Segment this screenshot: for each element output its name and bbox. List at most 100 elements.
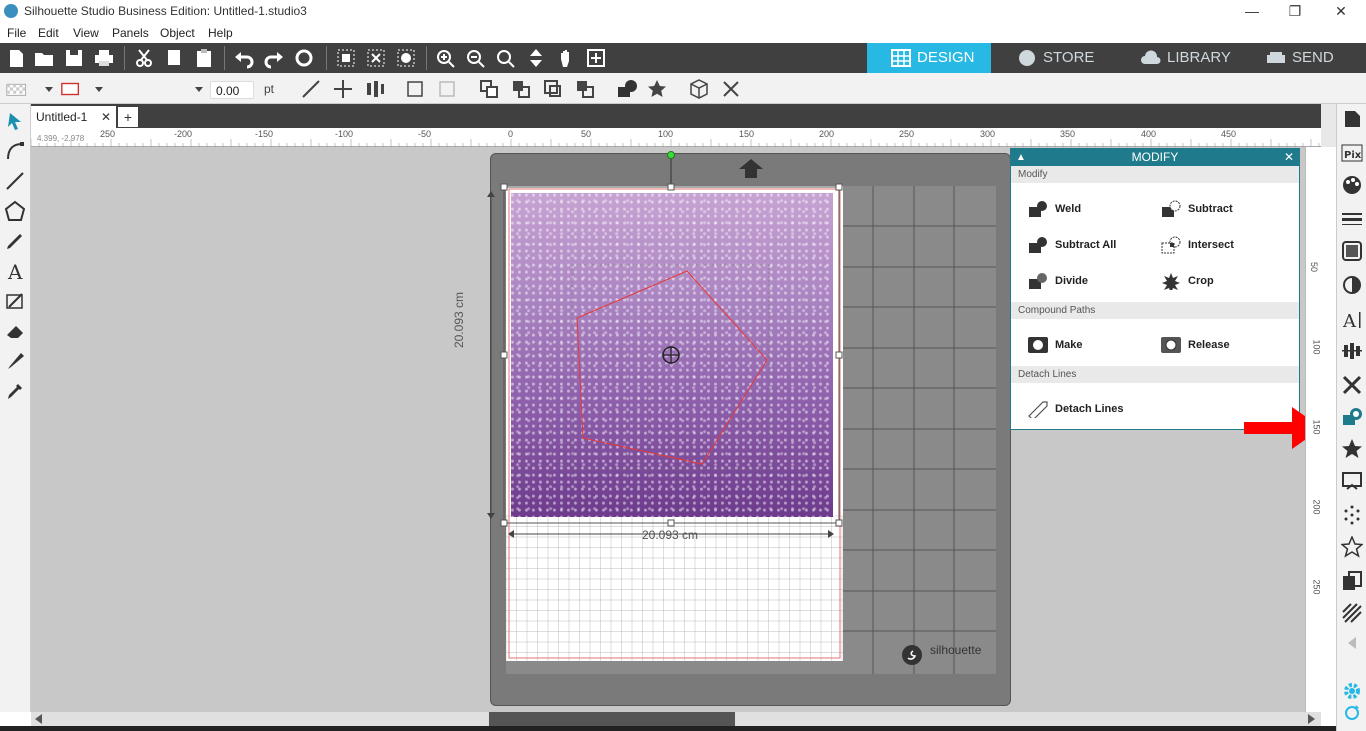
chevron-down-icon[interactable] <box>88 78 103 100</box>
sync-icon[interactable] <box>1341 702 1363 724</box>
menu-object[interactable]: Object <box>160 26 195 40</box>
zoom-in-icon[interactable] <box>434 47 458 69</box>
line-width-input[interactable]: 0.00 <box>210 81 254 99</box>
close-panel-icon[interactable]: ✕ <box>1284 149 1294 166</box>
pentagon-shape[interactable] <box>576 270 768 465</box>
resize-handle[interactable] <box>835 183 843 191</box>
line-tool-icon[interactable] <box>300 78 322 100</box>
select-by-color-icon[interactable] <box>394 47 418 69</box>
collapse-chevron-icon[interactable]: ▲ <box>1016 149 1026 166</box>
paste-icon[interactable] <box>192 47 216 69</box>
resize-handle[interactable] <box>500 183 508 191</box>
menu-help[interactable]: Help <box>208 26 233 40</box>
fill-pattern-swatch[interactable] <box>6 78 34 100</box>
zoom-fit-icon[interactable] <box>584 47 608 69</box>
transform-icon[interactable] <box>1341 374 1363 396</box>
bring-to-front-icon[interactable] <box>478 78 500 100</box>
knife-icon[interactable] <box>4 350 26 372</box>
send-to-back-icon[interactable] <box>510 78 532 100</box>
pan-hand-icon[interactable] <box>554 47 578 69</box>
scroll-left-arrow-icon[interactable] <box>33 713 43 725</box>
knife-tool-icon[interactable] <box>4 290 26 312</box>
close-tab-icon[interactable]: ✕ <box>101 110 111 124</box>
menu-file[interactable]: File <box>7 26 26 40</box>
modify-panel-icon[interactable] <box>1341 406 1363 428</box>
group-icon[interactable] <box>404 78 426 100</box>
deselect-icon[interactable] <box>364 47 388 69</box>
copy-icon[interactable] <box>162 47 186 69</box>
fit-to-page-icon[interactable] <box>524 47 548 69</box>
sketch-icon[interactable] <box>1341 602 1363 624</box>
select-all-icon[interactable] <box>334 47 358 69</box>
document-tab[interactable]: Untitled-1 ✕ <box>31 106 116 128</box>
menu-view[interactable]: View <box>73 26 99 40</box>
point-edit-icon[interactable] <box>4 140 26 162</box>
move-icon[interactable] <box>332 78 354 100</box>
menu-edit[interactable]: Edit <box>38 26 59 40</box>
eraser-icon[interactable] <box>4 320 26 342</box>
cut-icon[interactable] <box>132 47 156 69</box>
horizontal-scrollbar[interactable] <box>31 712 1321 726</box>
select-pointer-icon[interactable] <box>4 110 26 132</box>
minimize-button[interactable]: — <box>1232 2 1272 20</box>
align-panel-icon[interactable] <box>1341 340 1363 362</box>
line-draw-icon[interactable] <box>4 170 26 192</box>
offset-star-icon[interactable] <box>1341 438 1363 460</box>
transparency-icon[interactable] <box>1341 274 1363 296</box>
rotate-handle[interactable] <box>667 151 675 159</box>
settings-gear-icon[interactable] <box>1341 680 1363 702</box>
undo-icon[interactable] <box>232 47 256 69</box>
chevron-down-icon[interactable] <box>188 78 203 100</box>
tab-design[interactable]: DESIGN <box>867 43 991 73</box>
page-setup-icon[interactable] <box>1341 108 1363 130</box>
delete-x-icon[interactable] <box>720 78 742 100</box>
resize-handle[interactable] <box>667 519 675 527</box>
scroll-right-arrow-icon[interactable] <box>1307 713 1317 725</box>
resize-handle[interactable] <box>667 183 675 191</box>
redraw-icon[interactable] <box>292 47 316 69</box>
3d-box-icon[interactable] <box>688 78 710 100</box>
weld-shape-icon[interactable] <box>616 78 638 100</box>
fill-color-palette-icon[interactable] <box>1341 174 1363 196</box>
star-outline-icon[interactable] <box>1340 535 1364 558</box>
text-tool-icon[interactable]: A <box>4 260 26 284</box>
collapse-left-arrow-icon[interactable] <box>1341 632 1363 654</box>
line-color-swatch[interactable] <box>60 78 84 100</box>
bring-forward-icon[interactable] <box>542 78 564 100</box>
resize-handle[interactable] <box>500 519 508 527</box>
print-icon[interactable] <box>92 47 116 69</box>
pencil-icon[interactable] <box>4 230 26 252</box>
replicate-icon[interactable] <box>1341 504 1363 526</box>
eyedropper-icon[interactable] <box>4 380 26 402</box>
zoom-out-icon[interactable] <box>464 47 488 69</box>
save-icon[interactable] <box>62 47 86 69</box>
ungroup-icon[interactable] <box>436 78 458 100</box>
close-button[interactable]: ✕ <box>1321 2 1361 20</box>
resize-handle[interactable] <box>500 351 508 359</box>
menu-panels[interactable]: Panels <box>112 26 149 40</box>
tab-send[interactable]: SEND <box>1242 43 1366 73</box>
new-document-icon[interactable] <box>4 47 28 69</box>
star-icon[interactable] <box>646 78 668 100</box>
chevron-down-icon[interactable] <box>38 78 53 100</box>
nesting-icon[interactable] <box>1341 570 1363 592</box>
add-tab-button[interactable]: + <box>118 107 138 127</box>
tab-store[interactable]: STORE <box>993 43 1117 73</box>
open-folder-icon[interactable] <box>32 47 56 69</box>
horizontal-scroll-thumb[interactable] <box>489 712 735 726</box>
resize-handle[interactable] <box>835 519 843 527</box>
line-style-icon[interactable] <box>1341 208 1363 230</box>
redo-icon[interactable] <box>262 47 286 69</box>
modify-panel-header[interactable]: ▲ MODIFY ✕ <box>1011 149 1299 166</box>
resize-handle[interactable] <box>835 351 843 359</box>
send-backward-icon[interactable] <box>574 78 596 100</box>
restore-button[interactable]: ❐ <box>1275 2 1315 20</box>
zoom-select-icon[interactable] <box>494 47 518 69</box>
polygon-icon[interactable] <box>4 200 26 222</box>
trace-icon[interactable] <box>1341 470 1363 492</box>
fill-pattern-icon[interactable] <box>1341 240 1363 262</box>
align-icon[interactable] <box>364 78 386 100</box>
pixscan-icon[interactable]: Pix <box>1341 142 1363 164</box>
tab-library[interactable]: LIBRARY <box>1117 43 1241 73</box>
text-style-icon[interactable]: A <box>1341 308 1363 332</box>
